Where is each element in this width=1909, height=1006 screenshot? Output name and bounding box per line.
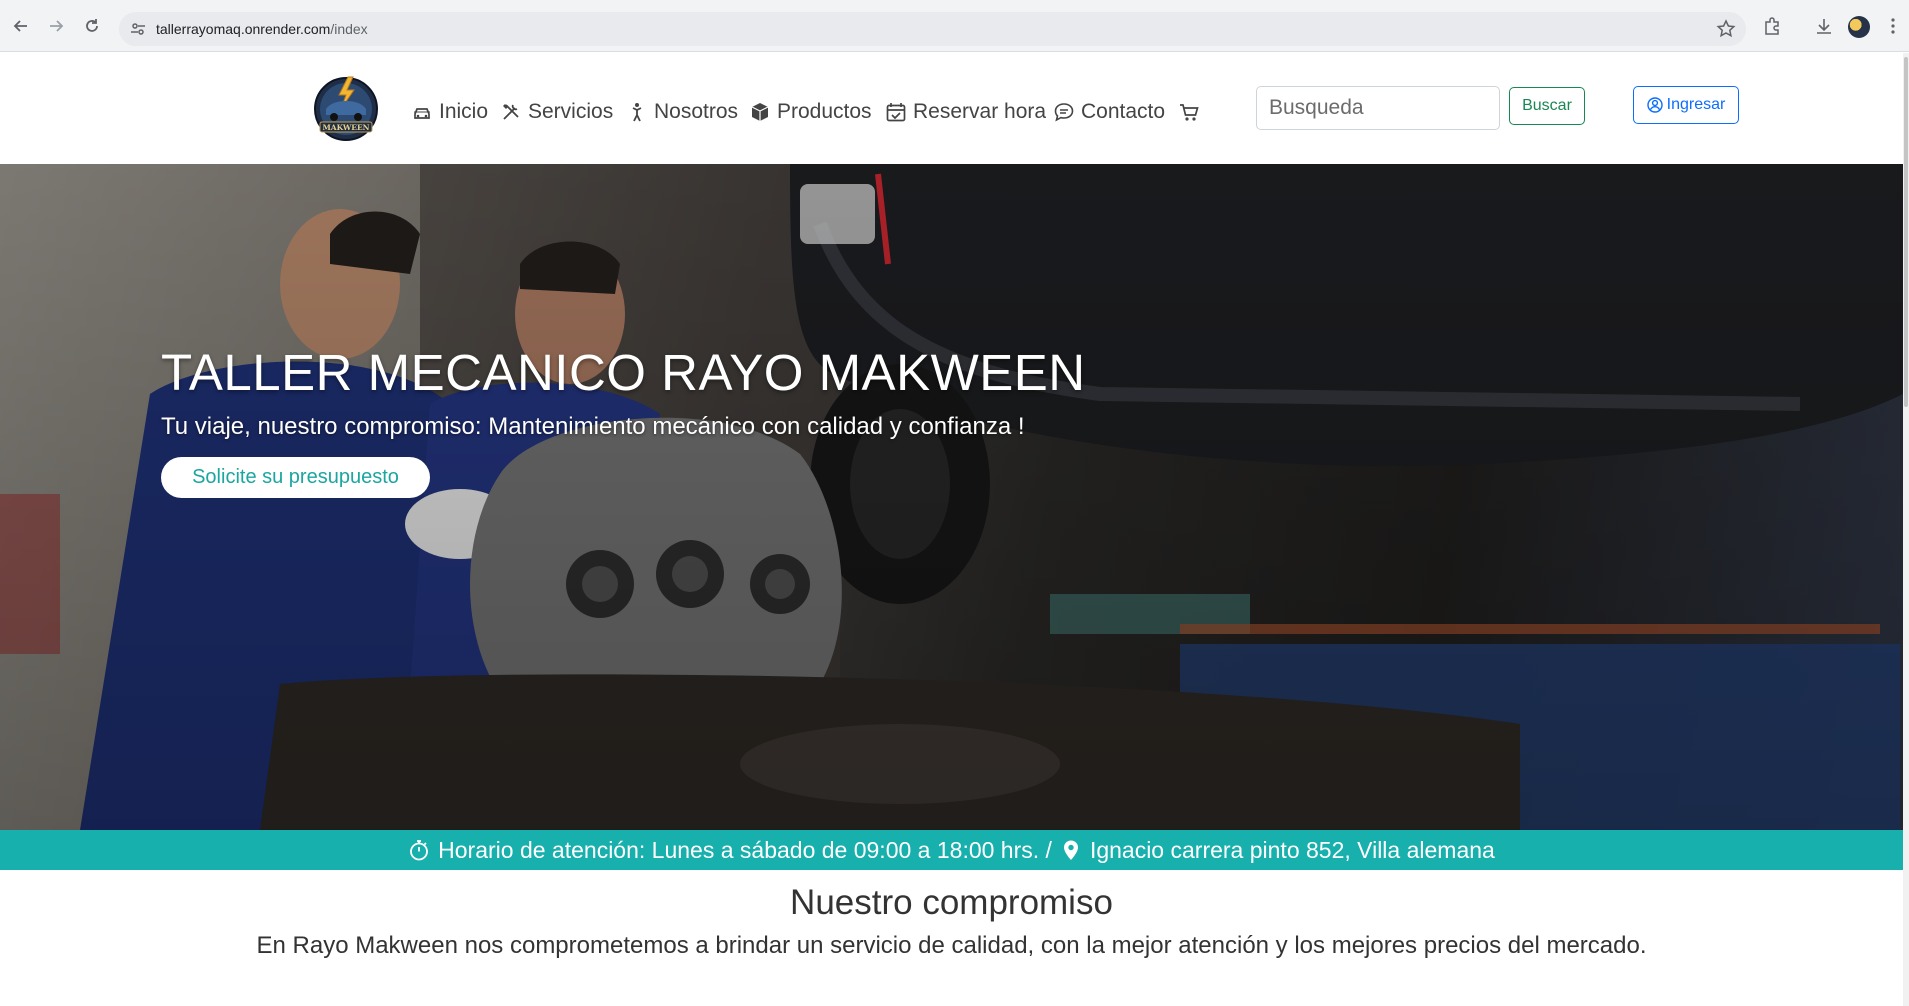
nav-contacto[interactable]: Contacto [1053,97,1165,127]
browser-toolbar: tallerrayomaq.onrender.com/index [0,0,1909,52]
nav-servicios[interactable]: Servicios [500,97,613,127]
hero-banner: TALLER MECANICO RAYO MAKWEEN Tu viaje, n… [0,164,1903,830]
user-circle-icon [1646,97,1663,113]
forward-icon[interactable] [44,14,68,38]
site-navbar: MAKWEEN Inicio Servicios Nosotros Produc… [0,53,1903,164]
commitment-text: En Rayo Makween nos comprometemos a brin… [256,932,1647,959]
nav-inicio[interactable]: Inicio [411,97,488,127]
nav-nosotros-label: Nosotros [654,100,739,123]
login-button-label: Ingresar [1666,96,1726,113]
calendar-check-icon [886,103,906,122]
back-icon[interactable] [9,14,33,38]
url-text: tallerrayomaq.onrender.com/index [156,21,368,37]
nav-productos-label: Productos [777,100,872,123]
login-button[interactable]: Ingresar [1633,86,1739,124]
nav-nosotros[interactable]: Nosotros [626,97,738,127]
car-icon [414,108,430,119]
url-host: tallerrayomaq.onrender.com [156,21,331,37]
nav-reservar-hora[interactable]: Reservar hora [885,97,1046,127]
location-pin-icon [1063,840,1078,860]
hero-title: TALLER MECANICO RAYO MAKWEEN [161,344,1086,401]
profile-avatar[interactable] [1848,16,1870,38]
nav-productos[interactable]: Productos [749,97,872,127]
cart-icon [1180,104,1199,121]
nav-servicios-label: Servicios [528,100,614,123]
tools-icon [503,104,519,120]
address-bar[interactable]: tallerrayomaq.onrender.com/index [119,12,1746,46]
search-button[interactable]: Buscar [1509,87,1585,125]
commitment-title: Nuestro compromiso [790,883,1113,922]
box-icon [751,103,769,121]
reload-icon[interactable] [80,14,104,38]
opening-hours-text: Horario de atención: Lunes a sábado de 0… [438,836,1052,863]
address-text: Ignacio carrera pinto 852, Villa alemana [1089,836,1495,863]
nav-reservar-hora-label: Reservar hora [913,100,1047,123]
kebab-menu-icon[interactable] [1887,15,1899,37]
request-quote-button[interactable]: Solicite su presupuesto [161,457,430,498]
download-icon[interactable] [1813,15,1835,37]
nav-cart[interactable] [1178,97,1200,127]
person-icon [632,103,642,122]
makween-logo[interactable]: MAKWEEN [312,71,380,143]
page-scrollbar[interactable] [1903,53,1909,1006]
scrollbar-thumb[interactable] [1904,57,1908,407]
info-bar: Horario de atención: Lunes a sábado de 0… [0,830,1903,870]
bookmark-star-icon[interactable] [1716,19,1736,39]
chat-icon [1054,103,1074,122]
nav-inicio-label: Inicio [439,100,489,123]
site-settings-icon[interactable] [129,20,147,38]
logo-text: MAKWEEN [322,123,369,132]
hero-subtitle: Tu viaje, nuestro compromiso: Mantenimie… [161,413,1025,440]
stopwatch-icon [410,840,429,861]
search-input[interactable] [1256,86,1500,130]
url-path: /index [330,21,368,37]
nav-contacto-label: Contacto [1081,100,1166,123]
extensions-icon[interactable] [1761,15,1783,37]
